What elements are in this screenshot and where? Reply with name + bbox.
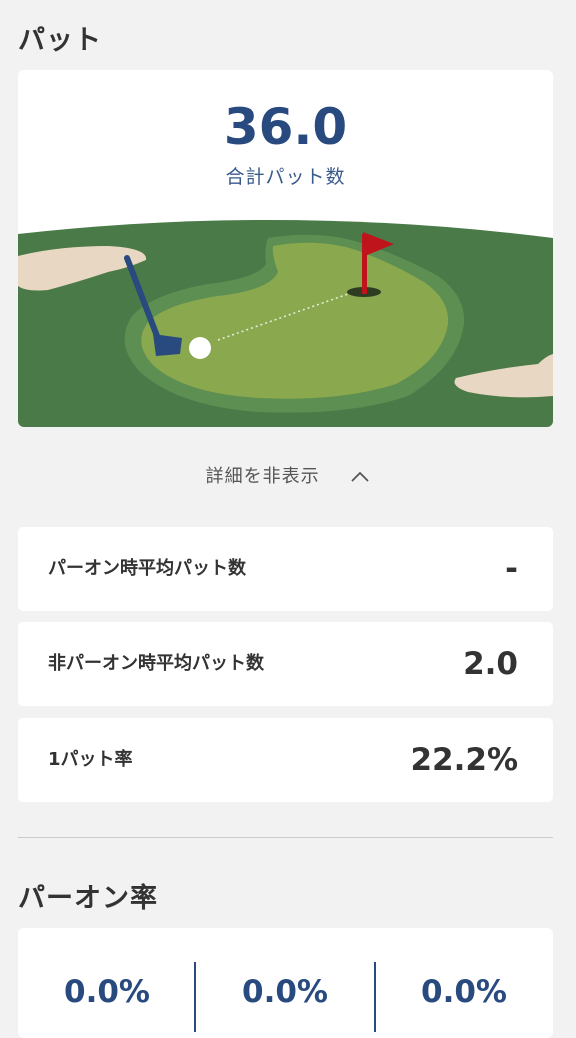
- total-putts-label: 合計パット数: [225, 166, 346, 188]
- golf-ball-icon: [189, 337, 211, 359]
- paron-rate-value: 0.0%: [242, 974, 328, 1010]
- putting-green-illustration: [18, 219, 553, 427]
- paron-rate-value: 0.0%: [421, 974, 507, 1010]
- paron-section-title: パーオン率: [18, 883, 158, 914]
- stat-value: 22.2%: [410, 742, 518, 778]
- chevron-up-icon: [350, 467, 370, 488]
- paron-rate-value: 0.0%: [64, 974, 150, 1010]
- stat-value: -: [505, 551, 518, 587]
- toggle-details-button[interactable]: 詳細を非表示: [0, 462, 576, 492]
- stat-label: 1パット率: [48, 749, 133, 770]
- total-putts-card: 36.0 合計パット数: [18, 70, 553, 427]
- stat-label: パーオン時平均パット数: [48, 558, 246, 579]
- putt-section-title: パット: [18, 25, 102, 56]
- paron-rate-card: 0.0% 0.0% 0.0%: [18, 928, 553, 1038]
- total-putts-value: 36.0: [223, 98, 348, 156]
- section-divider: [18, 837, 553, 838]
- stat-label: 非パーオン時平均パット数: [48, 653, 264, 674]
- stat-row-paron-avg-putts: パーオン時平均パット数 -: [18, 527, 553, 611]
- stat-row-non-paron-avg-putts: 非パーオン時平均パット数 2.0: [18, 622, 553, 706]
- stat-value: 2.0: [463, 646, 518, 682]
- stat-row-one-putt-rate: 1パット率 22.2%: [18, 718, 553, 802]
- toggle-details-label: 詳細を非表示: [205, 466, 320, 487]
